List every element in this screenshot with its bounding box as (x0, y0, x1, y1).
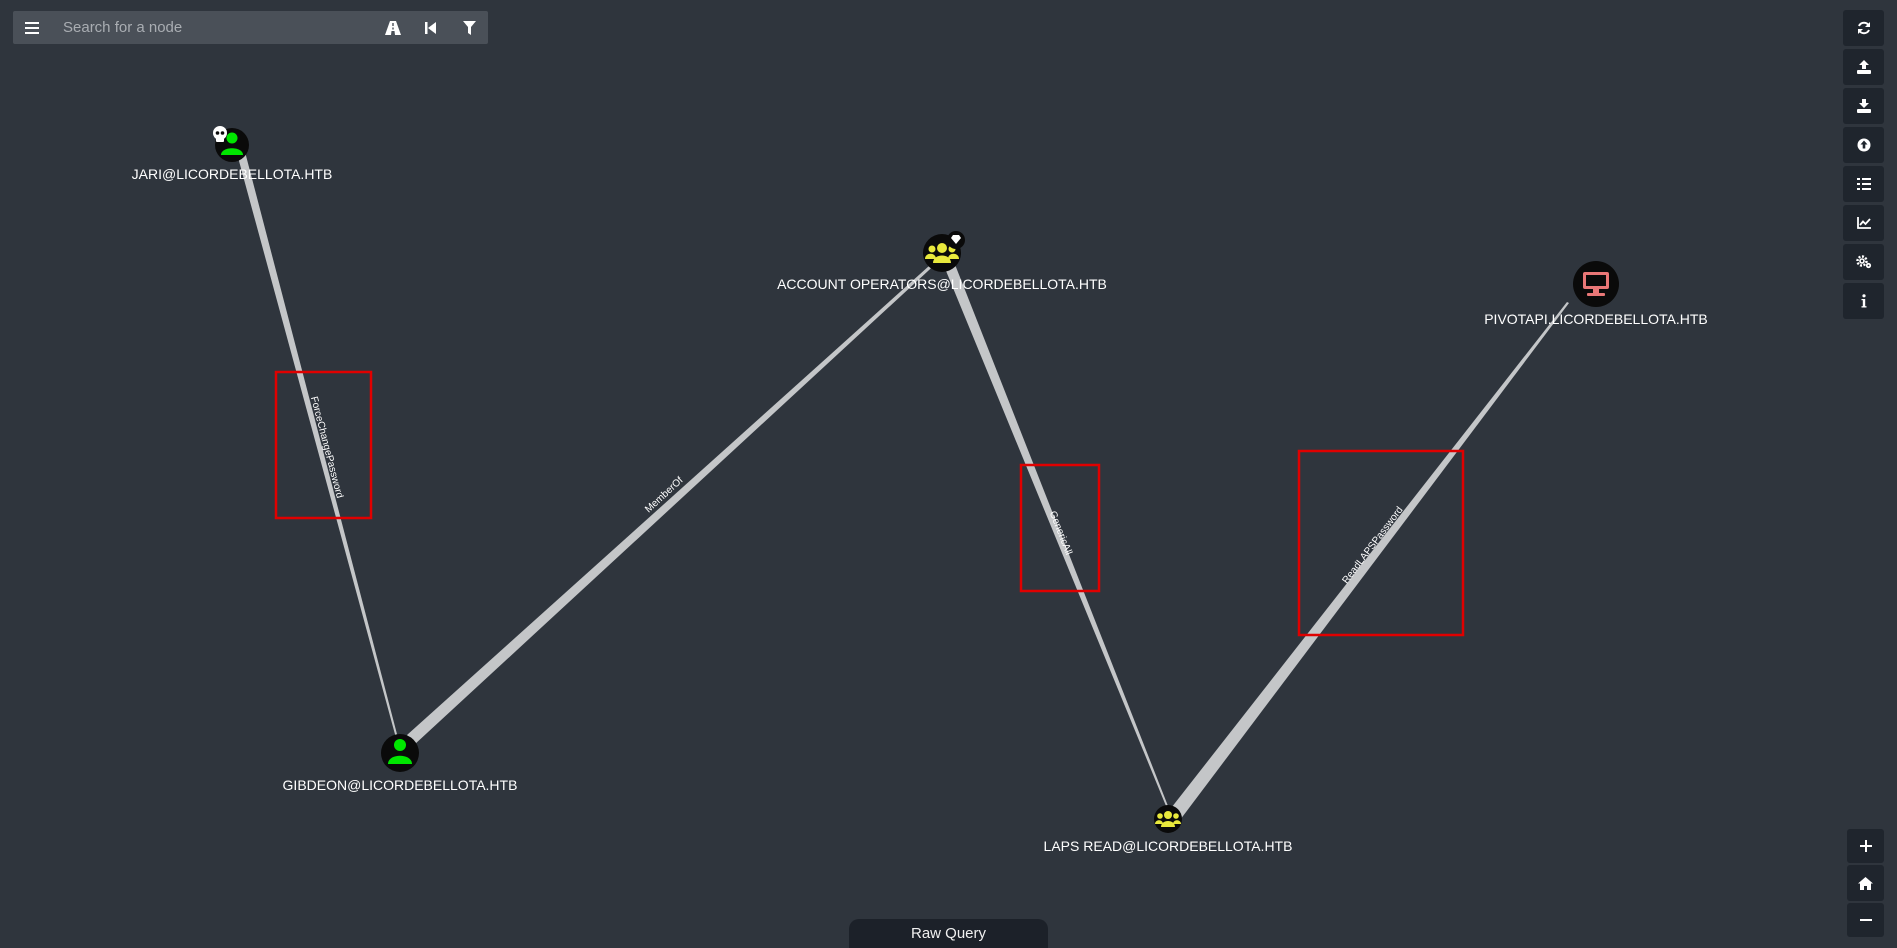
hamburger-menu-icon (25, 21, 39, 34)
filter-button[interactable] (450, 11, 488, 44)
queries-list-button[interactable] (1843, 166, 1884, 202)
refresh-icon (1857, 21, 1870, 35)
search-input[interactable] (51, 13, 374, 42)
right-toolbar (1843, 10, 1884, 322)
plus-icon (1859, 840, 1872, 852)
import-button[interactable] (1843, 127, 1884, 163)
edge-memberof[interactable]: MemberOf (407, 257, 941, 745)
filter-icon (462, 20, 476, 35)
minus-icon (1859, 919, 1872, 921)
edge-readlapspassword[interactable]: ReadLAPSPassword (1168, 302, 1569, 820)
back-icon (425, 21, 436, 34)
download-button[interactable] (1843, 88, 1884, 124)
edge-label-forcechangepassword: ForceChangePassword (308, 395, 345, 499)
pathfinding-icon (385, 20, 401, 35)
node-laps-read[interactable]: LAPS READ@LICORDEBELLOTA.HTB (1044, 805, 1293, 854)
node-label-jari: JARI@LICORDEBELLOTA.HTB (132, 166, 333, 182)
graph-canvas[interactable]: ForceChangePassword MemberOf GenericAll … (0, 0, 1897, 948)
upload-button[interactable] (1843, 49, 1884, 85)
edge-label-genericall: GenericAll (1047, 510, 1074, 557)
info-button[interactable] (1843, 283, 1884, 319)
menu-button[interactable] (13, 11, 51, 44)
refresh-button[interactable] (1843, 10, 1884, 46)
node-label-account-operators: ACCOUNT OPERATORS@LICORDEBELLOTA.HTB (777, 276, 1107, 292)
pathfinding-button[interactable] (374, 11, 412, 44)
upload-icon (1856, 60, 1871, 74)
node-label-laps-read: LAPS READ@LICORDEBELLOTA.HTB (1044, 838, 1293, 854)
node-gibdeon[interactable]: GIBDEON@LICORDEBELLOTA.HTB (283, 734, 518, 793)
import-icon (1857, 138, 1870, 152)
raw-query-button[interactable]: Raw Query (849, 919, 1048, 948)
edge-label-readlapspassword: ReadLAPSPassword (1341, 505, 1406, 586)
node-label-gibdeon: GIBDEON@LICORDEBELLOTA.HTB (283, 777, 518, 793)
zoom-controls (1847, 829, 1884, 939)
edge-forcechangepassword[interactable]: ForceChangePassword (236, 148, 398, 738)
queries-list-icon (1856, 178, 1871, 190)
settings-button[interactable] (1843, 244, 1884, 280)
chart-icon (1856, 217, 1871, 229)
raw-query-label: Raw Query (910, 925, 987, 942)
settings-icon (1855, 255, 1871, 269)
node-account-operators[interactable]: ACCOUNT OPERATORS@LICORDEBELLOTA.HTB (777, 231, 1107, 292)
zoom-in-button[interactable] (1847, 829, 1884, 863)
zoom-home-button[interactable] (1847, 865, 1884, 901)
node-label-pivotapi: PIVOTAPI.LICORDEBELLOTA.HTB (1484, 311, 1708, 327)
download-icon (1856, 99, 1871, 113)
node-jari[interactable]: JARI@LICORDEBELLOTA.HTB (132, 126, 333, 182)
chart-button[interactable] (1843, 205, 1884, 241)
back-button[interactable] (412, 11, 450, 44)
edge-genericall[interactable]: GenericAll (944, 262, 1168, 806)
home-icon (1858, 876, 1873, 890)
info-icon (1861, 294, 1866, 308)
gem-icon (947, 231, 965, 249)
node-pivotapi[interactable]: PIVOTAPI.LICORDEBELLOTA.HTB (1484, 261, 1708, 327)
search-bar (13, 11, 488, 44)
zoom-out-button[interactable] (1847, 903, 1884, 937)
